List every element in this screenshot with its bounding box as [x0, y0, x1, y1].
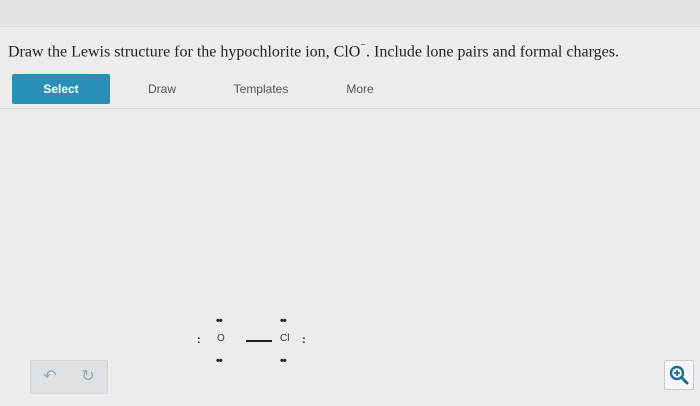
question-suffix: . Include lone pairs and formal charges.: [366, 43, 619, 61]
draw-tool-button[interactable]: Draw: [140, 74, 184, 104]
redo-icon[interactable]: ↻: [69, 361, 107, 393]
o-cl-bond[interactable]: [246, 340, 272, 342]
oxygen-atom[interactable]: O: [217, 333, 225, 344]
chlorine-right-lone-pair: :: [302, 334, 306, 346]
zoom-button[interactable]: [664, 360, 694, 390]
zoom-in-icon: [669, 365, 689, 385]
question-text: Draw the Lewis structure for the hypochl…: [8, 40, 698, 61]
chlorine-atom[interactable]: Cl: [280, 333, 289, 344]
question-prefix: Draw the Lewis structure for the hypochl…: [8, 43, 361, 61]
editor-toolbar: Select Draw Templates More: [0, 70, 700, 109]
chlorine-top-lone-pair: ••: [280, 315, 287, 327]
templates-tool-button[interactable]: Templates: [226, 74, 296, 104]
top-strip: [0, 0, 700, 27]
chlorine-bottom-lone-pair: ••: [280, 355, 287, 367]
oxygen-bottom-lone-pair: ••: [216, 355, 223, 367]
history-controls: ↶ ↻: [30, 360, 108, 394]
oxygen-left-lone-pair: :: [197, 334, 201, 346]
question-charge: −: [360, 40, 366, 51]
oxygen-top-lone-pair: ••: [216, 315, 223, 327]
select-tool-button[interactable]: Select: [12, 74, 110, 104]
more-tool-button[interactable]: More: [340, 74, 380, 104]
undo-icon[interactable]: ↶: [31, 361, 69, 393]
